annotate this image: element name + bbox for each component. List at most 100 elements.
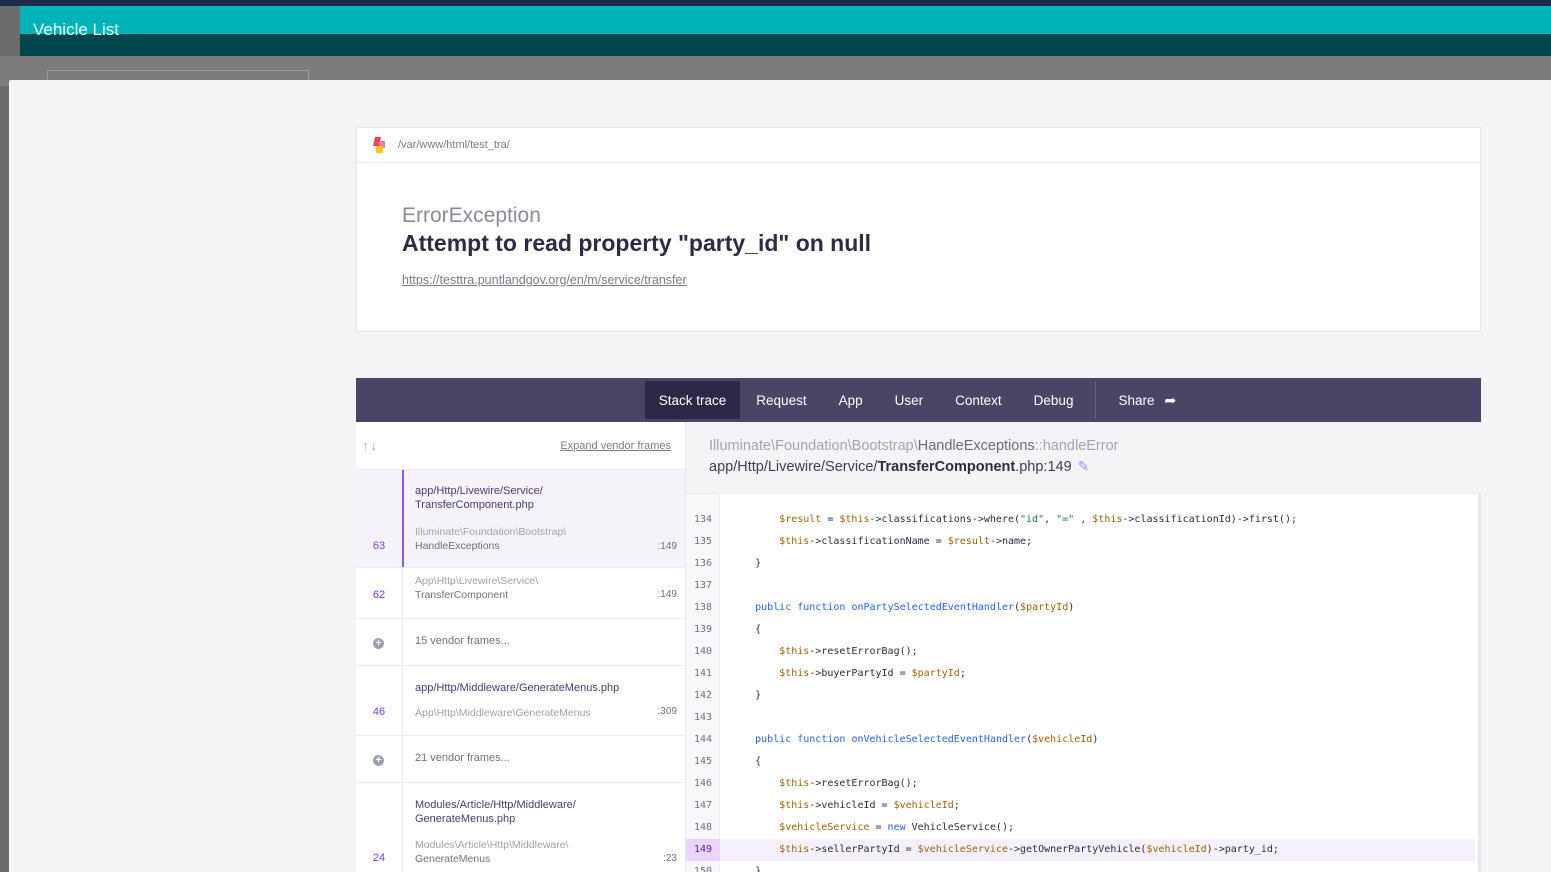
line-number[interactable]: 141	[686, 663, 720, 685]
frame-class: Illuminate\Foundation\Bootstrap\ HandleE…	[415, 526, 567, 552]
frames-header: ↑↓ Expand vendor frames	[356, 422, 685, 470]
code-line: 141 $this->buyerPartyId = $partyId;	[686, 663, 1475, 685]
line-source: $this->resetErrorBag();	[779, 778, 918, 789]
stack-frame-62[interactable]: App\Http\Livewire\Service\ TransferCompo…	[356, 568, 685, 619]
code-line: 149 $this->sellerPartyId = $vehicleServi…	[686, 839, 1475, 861]
code-line: 145 {	[686, 751, 1475, 773]
edit-pencil-icon[interactable]: ✎	[1078, 458, 1090, 474]
line-number[interactable]: 144	[686, 729, 720, 751]
line-number[interactable]: 150	[686, 861, 720, 872]
expand-plus-icon: +	[373, 638, 384, 649]
frame-file: app/Http/Middleware/GenerateMenus.php	[415, 682, 620, 694]
line-source: }	[731, 866, 762, 872]
frame-class: App\Http\Livewire\Service\ TransferCompo…	[415, 575, 539, 601]
code-line: 138 public function onPartySelectedEvent…	[686, 597, 1475, 619]
frame-number: 24	[372, 852, 386, 864]
line-source: $result = $this->classifications->where(…	[779, 514, 1297, 525]
request-url-link[interactable]: https://testtra.puntlandgov.org/en/m/ser…	[402, 273, 687, 287]
line-source: $this->sellerPartyId = $vehicleService->…	[779, 844, 1279, 855]
tab-share[interactable]: Share ➦	[1102, 381, 1192, 419]
code-line: 146 $this->resetErrorBag();	[686, 773, 1475, 795]
line-number[interactable]: 149	[686, 839, 720, 861]
line-source: $this->classificationName = $result->nam…	[779, 536, 1033, 547]
line-number[interactable]: 137	[686, 575, 720, 597]
line-source: public function onVehicleSelectedEventHa…	[755, 734, 1099, 745]
share-arrow-icon: ➦	[1164, 391, 1177, 408]
code-line: 143	[686, 707, 1475, 729]
frame-nav-arrows-icon[interactable]: ↑↓	[362, 438, 379, 453]
vendor-frames-group[interactable]: + 15 vendor frames...	[356, 619, 685, 666]
code-line: 142 }	[686, 685, 1475, 707]
tab-debug[interactable]: Debug	[1018, 381, 1090, 419]
stack-frame-24[interactable]: Modules/Article/Http/Middleware/ Generat…	[356, 783, 685, 872]
background-subheader	[20, 34, 1551, 56]
line-source: }	[731, 690, 762, 701]
line-source: $this->vehicleId = $vehicleId;	[779, 800, 960, 811]
frame-file-path: app/Http/Livewire/Service/TransferCompon…	[709, 458, 1090, 475]
code-line: 135 $this->classificationName = $result-…	[686, 531, 1475, 553]
tab-bar: Stack trace Request App User Context Deb…	[356, 378, 1481, 422]
share-label: Share	[1118, 392, 1155, 408]
exception-class: ErrorException	[402, 204, 541, 227]
line-number[interactable]: 142	[686, 685, 720, 707]
ignition-logo-icon	[373, 136, 386, 154]
tab-separator	[1095, 381, 1097, 419]
vendor-frames-group[interactable]: + 21 vendor frames...	[356, 736, 685, 783]
frame-method: Illuminate\Foundation\Bootstrap\HandleEx…	[709, 438, 1119, 454]
line-number[interactable]: 139	[686, 619, 720, 641]
stack-frame-46[interactable]: app/Http/Middleware/GenerateMenus.php Ap…	[356, 666, 685, 736]
line-number[interactable]: 143	[686, 707, 720, 729]
frame-line: :23	[663, 853, 677, 864]
expand-vendor-frames-link[interactable]: Expand vendor frames	[560, 440, 671, 452]
line-number[interactable]: 135	[686, 531, 720, 553]
line-number[interactable]: 136	[686, 553, 720, 575]
background-page-title: Vehicle List	[33, 20, 119, 39]
frame-number: 46	[372, 706, 386, 718]
code-body: 134 $result = $this->classifications->wh…	[686, 494, 1481, 872]
line-number[interactable]: 134	[686, 509, 720, 531]
line-source: $this->buyerPartyId = $partyId;	[779, 668, 966, 679]
tab-stack-trace[interactable]: Stack trace	[644, 381, 741, 419]
line-source: public function onPartySelectedEventHand…	[755, 602, 1075, 613]
exception-message: Attempt to read property "party_id" on n…	[402, 230, 872, 256]
code-scrollbar[interactable]	[1478, 494, 1481, 872]
line-number[interactable]: 146	[686, 773, 720, 795]
code-line: 140 $this->resetErrorBag();	[686, 641, 1475, 663]
line-number[interactable]: 148	[686, 817, 720, 839]
vendor-frames-label: 15 vendor frames...	[415, 635, 510, 647]
tab-user[interactable]: User	[879, 381, 940, 419]
code-line: 139 {	[686, 619, 1475, 641]
tab-request[interactable]: Request	[740, 381, 822, 419]
expand-plus-icon: +	[373, 755, 384, 766]
code-line: 150 }	[686, 861, 1475, 872]
project-path: /var/www/html/test_tra/	[398, 139, 510, 151]
line-number[interactable]: 147	[686, 795, 720, 817]
code-line: 147 $this->vehicleId = $vehicleId;	[686, 795, 1475, 817]
frame-line: :149	[657, 541, 677, 552]
frame-line: :309	[657, 706, 677, 717]
frame-class: Modules\Article\Http\Middleware\ Generat…	[415, 839, 569, 865]
line-source: {	[731, 756, 762, 767]
line-number[interactable]: 140	[686, 641, 720, 663]
stack-frame-63[interactable]: app/Http/Livewire/Service/ TransferCompo…	[356, 470, 685, 568]
line-number[interactable]: 145	[686, 751, 720, 773]
tab-context[interactable]: Context	[939, 381, 1018, 419]
code-line: 134 $result = $this->classifications->wh…	[686, 509, 1475, 531]
frame-number: 63	[372, 540, 386, 552]
line-number[interactable]: 138	[686, 597, 720, 619]
path-bar: /var/www/html/test_tra/	[357, 128, 1480, 163]
code-line: 136 }	[686, 553, 1475, 575]
line-source: }	[731, 558, 762, 569]
tab-app[interactable]: App	[823, 381, 879, 419]
frame-class: App\Http\Middleware\GenerateMenus	[415, 707, 591, 719]
code-header: Illuminate\Foundation\Bootstrap\HandleEx…	[686, 422, 1481, 494]
code-line: 137	[686, 575, 1475, 597]
code-line: 148 $vehicleService = new VehicleService…	[686, 817, 1475, 839]
frame-number: 62	[372, 589, 386, 601]
code-viewer: Illuminate\Foundation\Bootstrap\HandleEx…	[686, 422, 1481, 872]
line-source: $vehicleService = new VehicleService();	[779, 822, 1014, 833]
line-source: {	[731, 624, 762, 635]
exception-card: /var/www/html/test_tra/ ErrorException A…	[356, 127, 1481, 332]
code-line: 144 public function onVehicleSelectedEve…	[686, 729, 1475, 751]
frame-file: app/Http/Livewire/Service/ TransferCompo…	[415, 485, 543, 511]
